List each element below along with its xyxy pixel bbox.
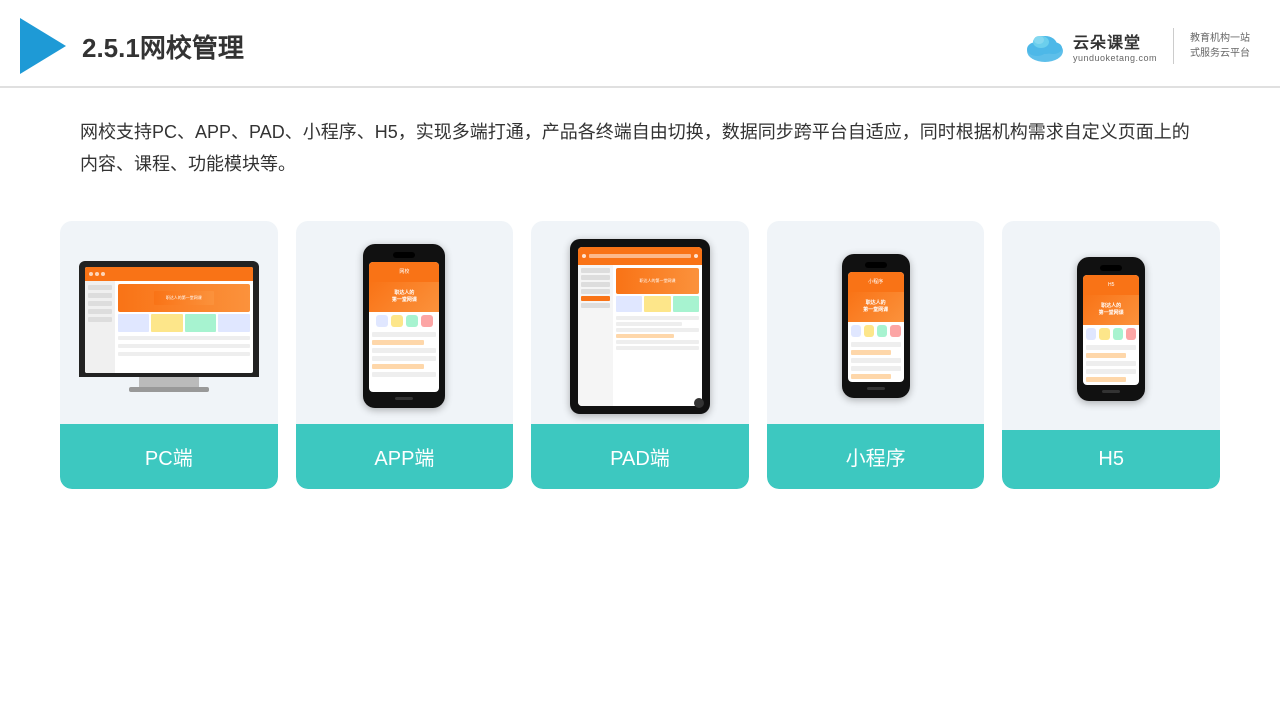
card-pc: 职达人的第一堂网课 bbox=[60, 221, 278, 489]
phone-miniprogram-icon: 小程序 职达人的第一堂网课 bbox=[841, 254, 911, 398]
tablet-pad-icon: 职达人的第一堂网课 bbox=[570, 239, 710, 414]
pc-monitor-icon: 职达人的第一堂网课 bbox=[79, 261, 259, 392]
card-image-h5: H5 职达人的第一堂网课 bbox=[1002, 221, 1220, 430]
logo-text-block: 云朵课堂 yunduoketang.com bbox=[1073, 29, 1157, 63]
phone-app-icon: 网校 职达人的第一堂网课 bbox=[359, 244, 449, 408]
page-title: 2.5.1网校管理 bbox=[82, 28, 244, 65]
logo-sub: yunduoketang.com bbox=[1073, 53, 1157, 63]
card-pad: 职达人的第一堂网课 bbox=[531, 221, 749, 489]
card-label-pad: PAD端 bbox=[531, 424, 749, 489]
cards-container: 职达人的第一堂网课 bbox=[0, 191, 1280, 519]
card-image-miniprogram: 小程序 职达人的第一堂网课 bbox=[767, 221, 985, 424]
card-image-app: 网校 职达人的第一堂网课 bbox=[296, 221, 514, 424]
header-right: 云朵课堂 yunduoketang.com 教育机构一站 式服务云平台 bbox=[1023, 28, 1250, 64]
cloud-icon bbox=[1023, 29, 1067, 63]
cloud-logo: 云朵课堂 yunduoketang.com bbox=[1023, 29, 1157, 63]
card-label-pc: PC端 bbox=[60, 424, 278, 489]
header: 2.5.1网校管理 云朵课堂 yunduoketang.com 教育机构一站 式… bbox=[0, 0, 1280, 88]
description-text: 网校支持PC、APP、PAD、小程序、H5，实现多端打通，产品各终端自由切换，数… bbox=[0, 88, 1280, 191]
header-left: 2.5.1网校管理 bbox=[20, 18, 244, 74]
card-image-pc: 职达人的第一堂网课 bbox=[60, 221, 278, 424]
card-image-pad: 职达人的第一堂网课 bbox=[531, 221, 749, 424]
logo-tagline: 教育机构一站 式服务云平台 bbox=[1190, 31, 1250, 61]
logo-name: 云朵课堂 bbox=[1073, 29, 1141, 53]
logo-divider bbox=[1173, 28, 1174, 64]
card-label-app: APP端 bbox=[296, 424, 514, 489]
play-triangle-icon bbox=[20, 18, 66, 74]
card-miniprogram: 小程序 职达人的第一堂网课 bbox=[767, 221, 985, 489]
card-app: 网校 职达人的第一堂网课 bbox=[296, 221, 514, 489]
card-h5: H5 职达人的第一堂网课 bbox=[1002, 221, 1220, 489]
card-label-h5: H5 bbox=[1002, 430, 1220, 489]
phone-h5-icon: H5 职达人的第一堂网课 bbox=[1076, 257, 1146, 401]
card-label-miniprogram: 小程序 bbox=[767, 424, 985, 489]
